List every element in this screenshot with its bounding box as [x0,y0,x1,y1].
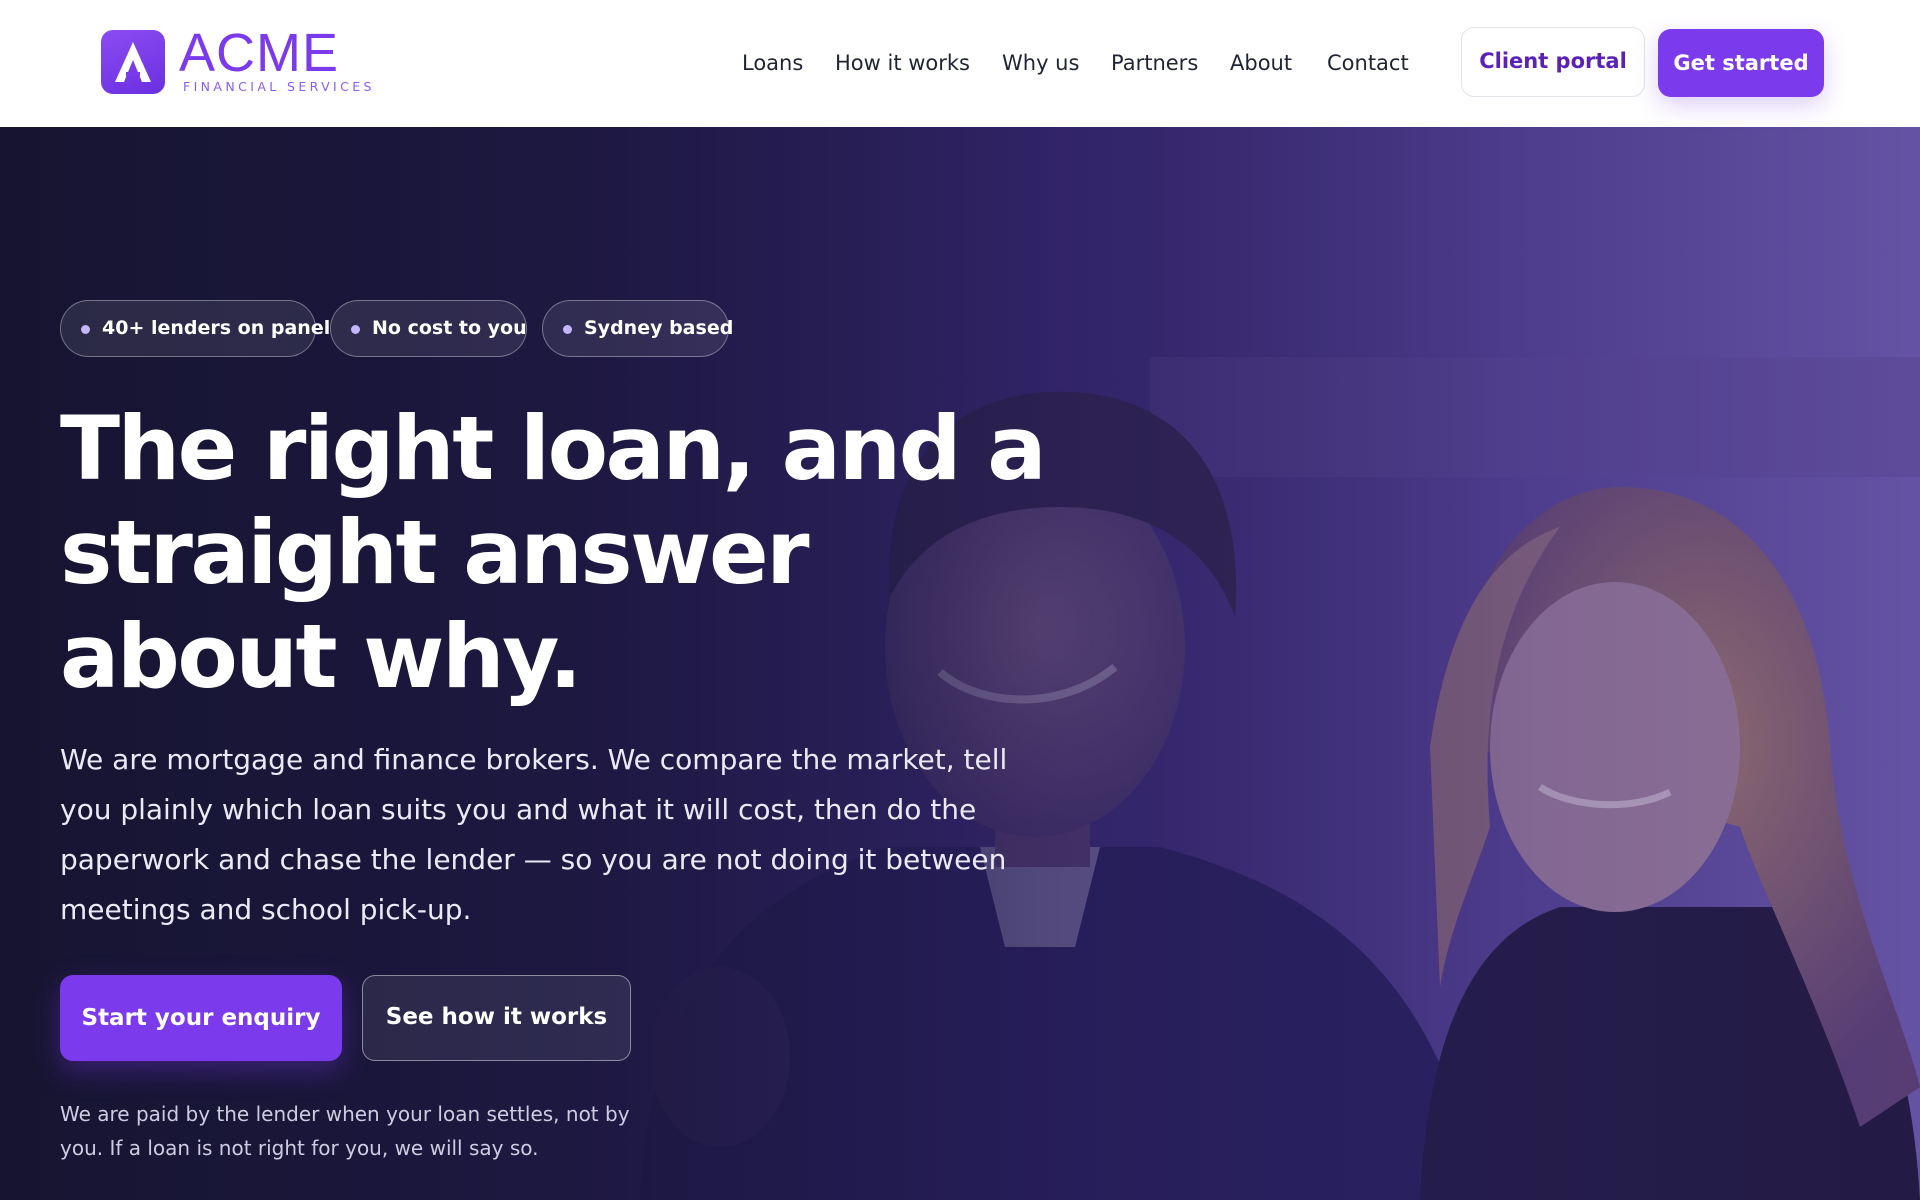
badge-label: No cost to you [372,317,527,339]
nav-link-about[interactable]: About [1230,48,1292,78]
start-enquiry-button[interactable]: Start your enquiry [60,975,342,1061]
fee-disclaimer: We are paid by the lender when your loan… [60,1102,630,1160]
bullet-dot-icon [563,325,572,334]
hero-section: 40+ lenders on panel No cost to you Sydn… [0,127,1920,1200]
badge-sydney: Sydney based [542,300,733,357]
bullet-dot-icon [351,325,360,334]
hero-headline: The right loan, and a straight answer ab… [60,397,1047,708]
badge-label: Sydney based [584,317,734,339]
site-header: ACME FINANCIAL SERVICES Loans How it wor… [0,0,1920,127]
hero-lead-text: We are mortgage and finance brokers. We … [60,743,1008,926]
nav-link-loans[interactable]: Loans [742,48,803,78]
see-how-it-works-button[interactable]: See how it works [362,975,631,1061]
nav-link-contact[interactable]: Contact [1327,48,1409,78]
get-started-button[interactable]: Get started [1658,29,1824,97]
nav-link-partners[interactable]: Partners [1111,48,1198,78]
badge-label: 40+ lenders on panel [102,317,331,339]
badge-no-cost: No cost to you [330,300,527,357]
nav-link-how-it-works[interactable]: How it works [835,48,970,78]
nav-link-why-us[interactable]: Why us [1002,48,1079,78]
bullet-dot-icon [81,325,90,334]
client-portal-button[interactable]: Client portal [1461,27,1645,97]
letter-a-logo-icon [101,30,165,94]
badge-lenders: 40+ lenders on panel [60,300,330,357]
brand-tagline: FINANCIAL SERVICES [183,79,375,94]
brand-name: ACME [179,23,340,83]
